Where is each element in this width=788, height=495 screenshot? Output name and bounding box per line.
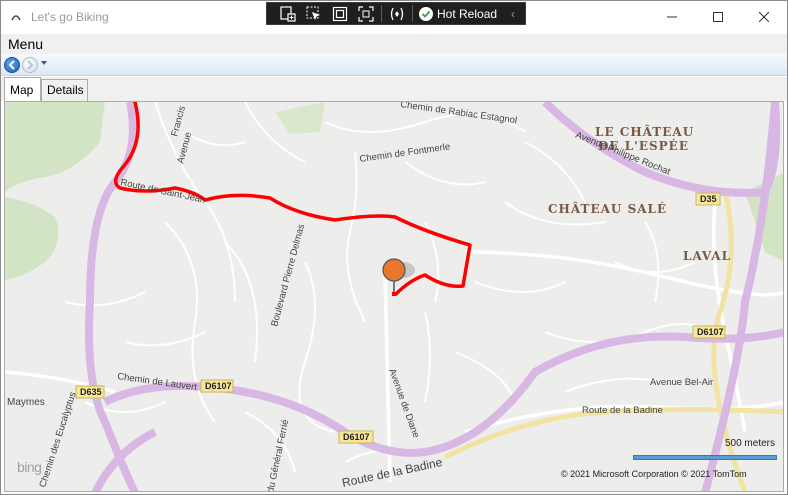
place-label: LE CHÂTEAU [595, 124, 694, 139]
place-label: Maymes [7, 397, 45, 408]
check-circle-icon [419, 6, 433, 21]
map-canvas[interactable]: LE CHÂTEAU DE L'ESPÉE CHÂTEAU SALÉ LAVAL… [5, 102, 784, 492]
live-visual-tree-button[interactable] [275, 3, 301, 24]
minimize-icon [667, 16, 677, 18]
app-window: Let's go Biking Hot Reload ‹ Menu Map De… [0, 0, 788, 495]
toolbar-separator [381, 5, 382, 22]
road-label: Chemin de Fontmerle [359, 141, 451, 165]
history-dropdown-icon[interactable] [41, 61, 47, 65]
binding-failures-icon [390, 7, 404, 20]
live-visual-tree-icon [280, 5, 296, 22]
road-label: D635 [80, 387, 102, 397]
road-label: D35 [700, 194, 717, 204]
collapse-toolbar-icon[interactable]: ‹ [511, 7, 515, 21]
minimize-button[interactable] [649, 1, 695, 33]
road-label: D6107 [343, 432, 370, 442]
track-focus-button[interactable] [353, 3, 379, 24]
binding-failures-button[interactable] [384, 3, 410, 24]
back-arrow-icon [8, 60, 15, 70]
place-label: CHÂTEAU SALÉ [548, 201, 667, 216]
menu-item[interactable]: Menu [8, 36, 43, 52]
close-button[interactable] [741, 1, 787, 33]
road-label: Avenue Bel-Air [650, 377, 713, 388]
tab-details[interactable]: Details [41, 79, 88, 101]
park-area [5, 102, 105, 192]
hot-reload-label: Hot Reload [437, 6, 498, 21]
select-element-button[interactable] [301, 3, 327, 24]
road-label: Route de la Badine [341, 455, 444, 490]
app-icon [11, 15, 21, 21]
xaml-debug-toolbar: Hot Reload ‹ [266, 2, 526, 25]
road-label: Route de la Badine [582, 405, 663, 416]
road-label: Avenue de Diane [386, 367, 421, 439]
place-label: LAVAL [683, 249, 731, 263]
tab-strip: Map Details [1, 77, 787, 102]
maximize-icon [713, 12, 723, 22]
map-copyright: © 2021 Microsoft Corporation © 2021 TomT… [561, 469, 747, 479]
map-view[interactable]: LE CHÂTEAU DE L'ESPÉE CHÂTEAU SALÉ LAVAL… [4, 101, 784, 492]
navigation-bar [1, 54, 787, 76]
close-icon [759, 12, 769, 22]
park-area [275, 102, 325, 134]
hot-reload-status[interactable]: Hot Reload [415, 6, 498, 21]
back-button[interactable] [4, 57, 20, 73]
road-label: D6107 [697, 327, 724, 337]
window-title: Let's go Biking [31, 10, 109, 24]
road-label: D6107 [205, 381, 232, 391]
park-area [5, 197, 59, 280]
display-layout-adorners-button[interactable] [327, 3, 353, 24]
track-focus-icon [358, 5, 374, 22]
forward-arrow-icon [27, 60, 34, 70]
tab-map[interactable]: Map [4, 77, 41, 102]
road-label: Boulevard Pierre Delmas [269, 223, 307, 328]
maximize-button[interactable] [695, 1, 741, 33]
toolbar-separator [412, 5, 413, 22]
scale-label: 500 meters [724, 438, 775, 449]
road-label: Chemin de Rabiac Estagnol [400, 102, 518, 126]
bing-logo: bing [17, 459, 42, 475]
display-layout-adorners-icon [332, 6, 348, 21]
select-element-icon [306, 6, 320, 20]
menu-bar: Menu [1, 34, 787, 54]
scale-bar [633, 455, 777, 460]
forward-button[interactable] [22, 57, 38, 73]
